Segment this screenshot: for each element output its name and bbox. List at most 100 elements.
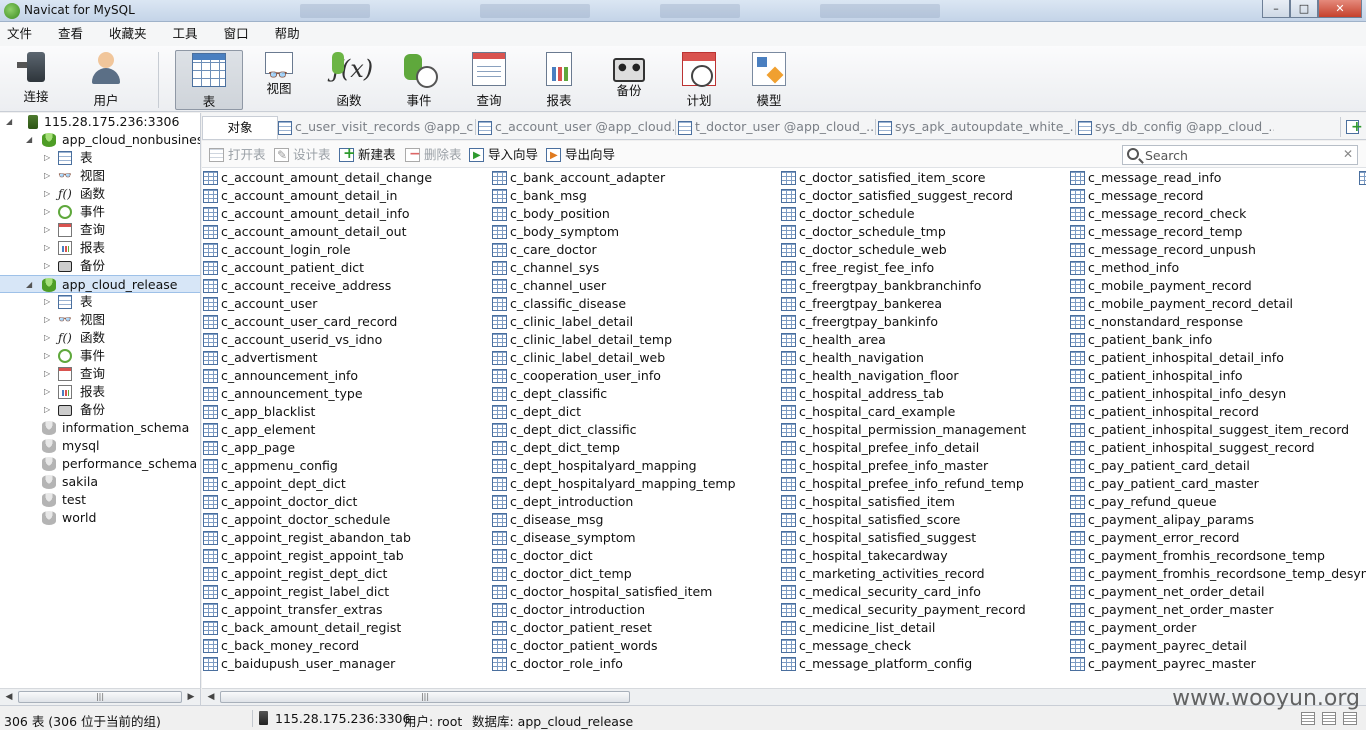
- table-item[interactable]: c_patient_inhospital_suggest_record: [1069, 439, 1366, 457]
- tree-item-reports[interactable]: ▷ 报表: [0, 383, 200, 401]
- table-item[interactable]: c_patient_inhospital_detail_info: [1069, 349, 1366, 367]
- table-item[interactable]: c_app_blacklist: [202, 403, 432, 421]
- design-table-button[interactable]: 设计表: [273, 147, 331, 163]
- view-button[interactable]: 视图: [245, 50, 313, 110]
- table-item[interactable]: c_doctor_role_info: [491, 655, 736, 673]
- table-item[interactable]: c_payment_fromhis_recordsone_temp: [1069, 547, 1366, 565]
- table-item[interactable]: c_nonstandard_response: [1069, 313, 1366, 331]
- maximize-button[interactable]: □: [1290, 0, 1318, 18]
- table-item[interactable]: c_advertisment: [202, 349, 432, 367]
- scrollbar-thumb[interactable]: |||: [220, 691, 630, 703]
- menu-help[interactable]: 帮助: [268, 22, 307, 46]
- table-item[interactable]: c_account_amount_detail_in: [202, 187, 432, 205]
- table-item[interactable]: c_hospital_satisfied_item: [780, 493, 1026, 511]
- connect-button[interactable]: 连接: [2, 50, 70, 110]
- table-item[interactable]: c_doctor_patient_words: [491, 637, 736, 655]
- table-item[interactable]: c_clinic_label_detail: [491, 313, 736, 331]
- table-button[interactable]: 表: [175, 50, 243, 110]
- table-item[interactable]: c_hospital_card_example: [780, 403, 1026, 421]
- tree-database[interactable]: sakila: [0, 473, 200, 491]
- table-item[interactable]: c_payment_payrec_master: [1069, 655, 1366, 673]
- tab-table[interactable]: sys_db_config @app_cloud_...: [1078, 116, 1274, 139]
- table-item[interactable]: c_app_element: [202, 421, 432, 439]
- tree-database[interactable]: ◢ app_cloud_nonbusiness: [0, 131, 200, 149]
- table-item[interactable]: c_message_platform_config: [780, 655, 1026, 673]
- schedule-button[interactable]: 计划: [665, 50, 733, 110]
- tree-database-selected[interactable]: ◢ app_cloud_release: [0, 275, 200, 293]
- collapse-arrow-icon[interactable]: ▷: [44, 239, 50, 257]
- tree-item-events[interactable]: ▷ 事件: [0, 203, 200, 221]
- table-item[interactable]: c_payment_net_order_master: [1069, 601, 1366, 619]
- model-button[interactable]: 模型: [735, 50, 803, 110]
- menu-view[interactable]: 查看: [51, 22, 90, 46]
- table-item[interactable]: c_account_amount_detail_info: [202, 205, 432, 223]
- expand-arrow-icon[interactable]: ◢: [26, 131, 32, 149]
- event-button[interactable]: 事件: [385, 50, 453, 110]
- function-button[interactable]: ƒ(x) 函数: [315, 50, 383, 110]
- collapse-arrow-icon[interactable]: ▷: [44, 365, 50, 383]
- table-item[interactable]: c_doctor_satisfied_item_score: [780, 169, 1026, 187]
- tab-table[interactable]: c_account_user @app_cloud...: [478, 116, 674, 139]
- export-wizard-button[interactable]: 导出向导: [545, 147, 615, 164]
- tree-item-functions[interactable]: ▷ ƒ() 函数: [0, 329, 200, 347]
- tree-item-tables[interactable]: ▷ 表: [0, 293, 200, 311]
- table-item[interactable]: c_dept_classific: [491, 385, 736, 403]
- table-item[interactable]: c_message_record: [1069, 187, 1366, 205]
- table-item[interactable]: c_account_user_card_record: [202, 313, 432, 331]
- tree-item-queries[interactable]: ▷ 查询: [0, 365, 200, 383]
- table-item[interactable]: c_cooperation_user_info: [491, 367, 736, 385]
- table-item[interactable]: c_medical_security_payment_record: [780, 601, 1026, 619]
- tree-database[interactable]: world: [0, 509, 200, 527]
- table-item[interactable]: c_patient_inhospital_info: [1069, 367, 1366, 385]
- backup-button[interactable]: 备份: [595, 50, 663, 110]
- scroll-left-icon[interactable]: ◀: [204, 691, 218, 703]
- table-item[interactable]: c_appmenu_config: [202, 457, 432, 475]
- table-item[interactable]: c_message_read_info: [1069, 169, 1366, 187]
- table-item[interactable]: c_freergtpay_bankinfo: [780, 313, 1026, 331]
- table-item[interactable]: c_appoint_dept_dict: [202, 475, 432, 493]
- table-item[interactable]: c_bank_msg: [491, 187, 736, 205]
- scrollbar-thumb[interactable]: |||: [18, 691, 182, 703]
- table-item[interactable]: c_payment_alipay_params: [1069, 511, 1366, 529]
- table-item[interactable]: c_doctor_schedule_tmp: [780, 223, 1026, 241]
- tree-item-views[interactable]: ▷ 👓 视图: [0, 311, 200, 329]
- table-item[interactable]: c_hospital_takecardway: [780, 547, 1026, 565]
- tree-item-backups[interactable]: ▷ 备份: [0, 257, 200, 275]
- tree-database[interactable]: performance_schema: [0, 455, 200, 473]
- table-item[interactable]: c_hospital_satisfied_score: [780, 511, 1026, 529]
- query-button[interactable]: 查询: [455, 50, 523, 110]
- tab-table[interactable]: t_doctor_user @app_cloud_...: [678, 116, 874, 139]
- tree-item-functions[interactable]: ▷ ƒ() 函数: [0, 185, 200, 203]
- menu-favorites[interactable]: 收藏夹: [102, 22, 154, 46]
- table-item[interactable]: c_mobile_payment_record: [1069, 277, 1366, 295]
- collapse-arrow-icon[interactable]: ▷: [44, 149, 50, 167]
- table-item[interactable]: c_payment_payrec_detail: [1069, 637, 1366, 655]
- tab-table[interactable]: c_user_visit_records @app_c...: [278, 116, 474, 139]
- tree-connection[interactable]: ◢ 115.28.175.236:3306: [0, 113, 200, 131]
- table-item[interactable]: c_doctor_dict_temp: [491, 565, 736, 583]
- table-item[interactable]: c_message_check: [780, 637, 1026, 655]
- table-item[interactable]: c_pay_patient_card_detail: [1069, 457, 1366, 475]
- table-item[interactable]: c_free_regist_fee_info: [780, 259, 1026, 277]
- table-item[interactable]: c_marketing_activities_record: [780, 565, 1026, 583]
- table-item[interactable]: c_care_doctor: [491, 241, 736, 259]
- table-item[interactable]: c_medical_security_card_info: [780, 583, 1026, 601]
- table-item[interactable]: c_back_amount_detail_regist: [202, 619, 432, 637]
- grid-view-icon[interactable]: [1301, 712, 1315, 725]
- collapse-arrow-icon[interactable]: ▷: [44, 257, 50, 275]
- scroll-right-icon[interactable]: ▶: [184, 691, 198, 703]
- collapse-arrow-icon[interactable]: ▷: [44, 347, 50, 365]
- tree-database[interactable]: test: [0, 491, 200, 509]
- table-item[interactable]: c_pay_patient_card_master: [1069, 475, 1366, 493]
- collapse-arrow-icon[interactable]: ▷: [44, 293, 50, 311]
- tree-item-backups[interactable]: ▷ 备份: [0, 401, 200, 419]
- table-item[interactable]: c_payment_net_order_detail: [1069, 583, 1366, 601]
- menu-window[interactable]: 窗口: [217, 22, 256, 46]
- collapse-arrow-icon[interactable]: ▷: [44, 329, 50, 347]
- table-item[interactable]: c_hospital_prefee_info_detail: [780, 439, 1026, 457]
- delete-table-button[interactable]: 删除表: [404, 146, 462, 163]
- table-item[interactable]: c_freergtpay_bankbranchinfo: [780, 277, 1026, 295]
- table-item[interactable]: c_hospital_prefee_info_refund_temp: [780, 475, 1026, 493]
- table-item[interactable]: c_back_money_record: [202, 637, 432, 655]
- table-item[interactable]: c_message_record_temp: [1069, 223, 1366, 241]
